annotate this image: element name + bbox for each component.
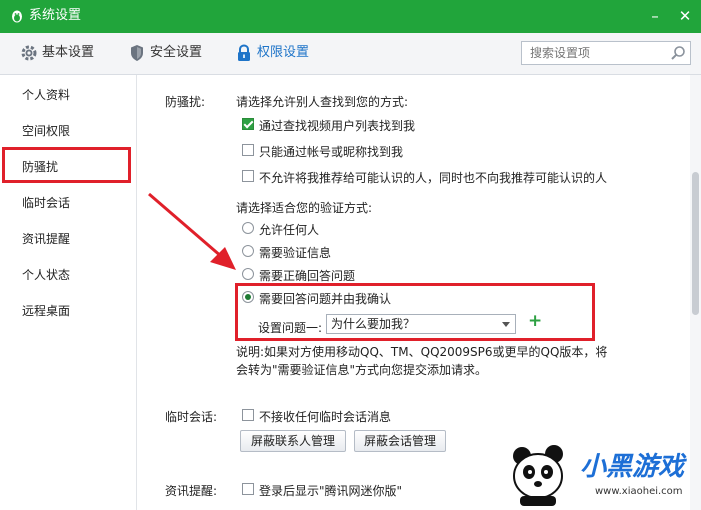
find-option-label[interactable]: 不允许将我推荐给可能认识的人，同时也不向我推荐可能认识的人 [259,169,607,186]
watermark-url: www.xiaohei.com [595,486,683,497]
verify-option-label[interactable]: 允许任何人 [259,221,319,238]
find-option-label[interactable]: 通过查找视频用户列表找到我 [259,117,415,134]
blocked-contacts-button[interactable]: 屏蔽联系人管理 [240,430,346,452]
tab-label: 权限设置 [257,45,310,60]
find-option-checkbox[interactable] [242,118,254,130]
verify-option-label[interactable]: 需要验证信息 [259,244,331,261]
sidebar-item-label: 空间权限 [22,124,71,138]
verify-method-prompt: 请选择适合您的验证方式: [236,201,373,215]
sidebar-item-label: 个人状态 [22,268,71,282]
close-button[interactable]: ✕ [672,4,698,28]
section-label-news: 资讯提醒: [165,484,218,498]
sidebar-highlight-box [2,147,131,183]
qq-penguin-icon [12,10,22,23]
verify-note-line1: 说明:如果对方使用移动QQ、TM、QQ2009SP6或更早的QQ版本，将 [236,345,608,359]
sidebar-item-remote-desktop[interactable]: 远程桌面 [0,299,136,323]
tab-label: 基本设置 [42,45,95,60]
verify-option-label[interactable]: 需要正确回答问题 [259,267,355,284]
show-mini-news-checkbox[interactable] [242,483,254,495]
tab-permission-settings[interactable]: 权限设置 [235,42,315,64]
sidebar-item-label: 远程桌面 [22,304,71,318]
option-highlight-box [235,283,595,341]
verify-note-line2: 会转为"需要验证信息"方式向您提交添加请求。 [236,363,488,377]
shield-icon [131,45,143,61]
annotation-arrow-icon [148,192,236,270]
section-label-temp-session: 临时会话: [165,410,218,424]
sidebar-item-space-permission[interactable]: 空间权限 [0,119,136,143]
sidebar-item-label: 资讯提醒 [22,232,71,246]
lock-icon [238,44,250,61]
tab-label: 安全设置 [150,45,203,60]
section-label-anti-harass: 防骚扰: [165,95,206,109]
sidebar-item-label: 个人资料 [22,88,71,102]
find-method-prompt: 请选择允许别人查找到您的方式: [236,95,409,109]
sidebar-item-label: 临时会话 [22,196,71,210]
search-box[interactable] [521,41,691,65]
panda-logo-icon [513,445,563,506]
find-option-label[interactable]: 只能通过帐号或昵称找到我 [259,143,403,160]
tab-basic-settings[interactable]: 基本设置 [20,42,100,64]
window-title: 系统设置 [29,8,82,23]
tab-security-settings[interactable]: 安全设置 [128,42,208,64]
find-option-checkbox[interactable] [242,144,254,156]
sidebar-item-news-reminder[interactable]: 资讯提醒 [0,227,136,251]
scrollbar-thumb[interactable] [692,172,699,315]
show-mini-news-label[interactable]: 登录后显示"腾讯网迷你版" [259,482,402,499]
gear-icon [21,45,37,61]
watermark-brand: 小黑游戏 [580,452,685,482]
search-input[interactable] [528,42,662,64]
search-icon[interactable] [670,45,686,61]
reject-temp-session-label[interactable]: 不接收任何临时会话消息 [259,408,391,425]
sidebar-item-temp-session[interactable]: 临时会话 [0,191,136,215]
title-bar: 系统设置 – ✕ [0,0,701,33]
blocked-sessions-button[interactable]: 屏蔽会话管理 [354,430,446,452]
sidebar-item-personal-status[interactable]: 个人状态 [0,263,136,287]
minimize-button[interactable]: – [642,4,668,28]
brand-watermark: 小黑游戏 www.xiaohei.com [500,440,700,510]
sidebar: 个人资料 空间权限 防骚扰 临时会话 资讯提醒 个人状态 远程桌面 [0,75,137,510]
find-option-checkbox[interactable] [242,170,254,182]
sidebar-item-profile[interactable]: 个人资料 [0,83,136,107]
reject-temp-session-checkbox[interactable] [242,409,254,421]
